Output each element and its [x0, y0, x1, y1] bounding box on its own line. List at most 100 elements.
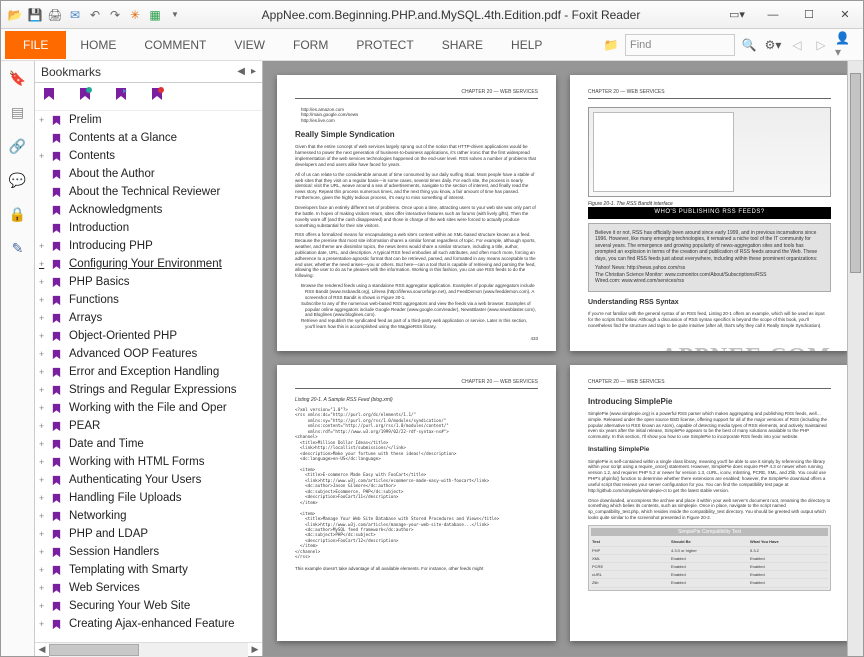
bookmark-item[interactable]: +Working with the File and Oper: [35, 399, 262, 417]
security-panel-icon[interactable]: 🔒: [7, 203, 29, 225]
expand-icon[interactable]: +: [39, 295, 51, 305]
expand-icon[interactable]: +: [39, 475, 51, 485]
user-icon[interactable]: 👤▾: [835, 35, 855, 55]
expand-icon[interactable]: +: [39, 547, 51, 557]
expand-icon[interactable]: +: [39, 601, 51, 611]
bookmarks-panel-icon[interactable]: 🔖: [7, 67, 29, 89]
expand-icon[interactable]: +: [39, 241, 51, 251]
expand-icon[interactable]: +: [39, 565, 51, 575]
bookmark-next-icon[interactable]: [113, 86, 129, 107]
expand-icon[interactable]: +: [39, 511, 51, 521]
expand-icon[interactable]: +: [39, 421, 51, 431]
expand-icon[interactable]: +: [39, 259, 51, 269]
bookmark-item[interactable]: +PHP Basics: [35, 273, 262, 291]
vscroll-thumb[interactable]: [850, 73, 861, 273]
expand-icon[interactable]: +: [39, 331, 51, 341]
tab-view[interactable]: VIEW: [220, 29, 279, 60]
expand-icon[interactable]: +: [39, 277, 51, 287]
bookmark-item[interactable]: +Introducing PHP: [35, 237, 262, 255]
bookmark-item[interactable]: +Creating Ajax-enhanced Feature: [35, 615, 262, 633]
redo-icon[interactable]: ↷: [107, 7, 123, 23]
email-icon[interactable]: ✉: [67, 7, 83, 23]
expand-icon[interactable]: +: [39, 493, 51, 503]
pages-panel-icon[interactable]: ▤: [7, 101, 29, 123]
scroll-right-icon[interactable]: ▶: [248, 644, 262, 655]
bookmarks-hscroll[interactable]: ◀ ▶: [35, 642, 262, 656]
signatures-panel-icon[interactable]: ✎: [7, 237, 29, 259]
bookmark-item[interactable]: +PHP and LDAP: [35, 525, 262, 543]
folder-search-icon[interactable]: 📁: [601, 35, 621, 55]
expand-icon[interactable]: +: [39, 151, 51, 161]
bookmark-item[interactable]: About the Author: [35, 165, 262, 183]
prev-icon[interactable]: ◁: [787, 35, 807, 55]
next-icon[interactable]: ▷: [811, 35, 831, 55]
expand-icon[interactable]: +: [39, 367, 51, 377]
expand-icon[interactable]: +: [39, 349, 51, 359]
panel-collapse-icon[interactable]: ◀: [237, 66, 245, 77]
save-icon[interactable]: 💾: [27, 7, 43, 23]
bookmark-item[interactable]: +PEAR: [35, 417, 262, 435]
app-icon[interactable]: ▦: [147, 7, 163, 23]
bookmark-item[interactable]: +Arrays: [35, 309, 262, 327]
scroll-thumb[interactable]: [49, 644, 139, 656]
minimize-icon[interactable]: —: [755, 4, 791, 26]
gear-icon[interactable]: ⚙▾: [763, 35, 783, 55]
viewer-vscroll[interactable]: [847, 61, 863, 656]
bookmark-item[interactable]: +Working with HTML Forms: [35, 453, 262, 471]
bookmark-delete-icon[interactable]: [149, 86, 165, 107]
tab-help[interactable]: HELP: [497, 29, 556, 60]
tab-file[interactable]: FILE: [5, 31, 66, 59]
close-icon[interactable]: ✕: [827, 4, 863, 26]
bookmark-item[interactable]: +Securing Your Web Site: [35, 597, 262, 615]
bookmark-item[interactable]: +Object-Oriented PHP: [35, 327, 262, 345]
scroll-left-icon[interactable]: ◀: [35, 644, 49, 655]
expand-icon[interactable]: +: [39, 457, 51, 467]
tab-form[interactable]: FORM: [279, 29, 342, 60]
bookmark-expand-icon[interactable]: [41, 86, 57, 107]
bookmark-item[interactable]: +Functions: [35, 291, 262, 309]
tab-share[interactable]: SHARE: [428, 29, 497, 60]
bookmark-item[interactable]: +Contents: [35, 147, 262, 165]
bookmark-item[interactable]: +Strings and Regular Expressions: [35, 381, 262, 399]
bookmark-item[interactable]: +Authenticating Your Users: [35, 471, 262, 489]
print-icon[interactable]: 🖨: [47, 7, 63, 23]
document-viewer[interactable]: CHAPTER 20 — WEB SERVICES http://es.amaz…: [263, 61, 863, 656]
tab-protect[interactable]: PROTECT: [342, 29, 427, 60]
tab-comment[interactable]: COMMENT: [130, 29, 220, 60]
expand-icon[interactable]: +: [39, 403, 51, 413]
bookmark-item[interactable]: Contents at a Glance: [35, 129, 262, 147]
tab-home[interactable]: HOME: [66, 29, 130, 60]
comments-panel-icon[interactable]: 💬: [7, 169, 29, 191]
bookmark-item[interactable]: +Web Services: [35, 579, 262, 597]
expand-icon[interactable]: +: [39, 385, 51, 395]
bookmark-item[interactable]: +Advanced OOP Features: [35, 345, 262, 363]
bookmark-add-icon[interactable]: [77, 86, 93, 107]
bookmark-item[interactable]: +Session Handlers: [35, 543, 262, 561]
bookmark-item[interactable]: Introduction: [35, 219, 262, 237]
open-icon[interactable]: 📂: [7, 7, 23, 23]
search-input[interactable]: Find: [625, 34, 735, 56]
undo-icon[interactable]: ↶: [87, 7, 103, 23]
spark-icon[interactable]: ✳: [127, 7, 143, 23]
bookmark-item[interactable]: About the Technical Reviewer: [35, 183, 262, 201]
attachments-panel-icon[interactable]: 🔗: [7, 135, 29, 157]
expand-icon[interactable]: +: [39, 115, 51, 125]
expand-icon[interactable]: +: [39, 439, 51, 449]
expand-icon[interactable]: +: [39, 529, 51, 539]
bookmark-item[interactable]: +Templating with Smarty: [35, 561, 262, 579]
bookmark-item[interactable]: +Prelim: [35, 111, 262, 129]
bookmark-item[interactable]: +Networking: [35, 507, 262, 525]
dropdown-icon[interactable]: ▼: [167, 7, 183, 23]
scroll-track[interactable]: [49, 643, 248, 657]
bookmark-item[interactable]: +Error and Exception Handling: [35, 363, 262, 381]
bookmark-item[interactable]: +Handling File Uploads: [35, 489, 262, 507]
bookmark-item[interactable]: +Date and Time: [35, 435, 262, 453]
search-icon[interactable]: 🔍: [739, 35, 759, 55]
panel-menu-icon[interactable]: ▸: [251, 66, 256, 77]
bookmark-item[interactable]: Acknowledgments: [35, 201, 262, 219]
expand-icon[interactable]: +: [39, 313, 51, 323]
expand-icon[interactable]: +: [39, 619, 51, 629]
expand-icon[interactable]: +: [39, 583, 51, 593]
ribbon-options-icon[interactable]: ▭▾: [719, 4, 755, 26]
maximize-icon[interactable]: ☐: [791, 4, 827, 26]
